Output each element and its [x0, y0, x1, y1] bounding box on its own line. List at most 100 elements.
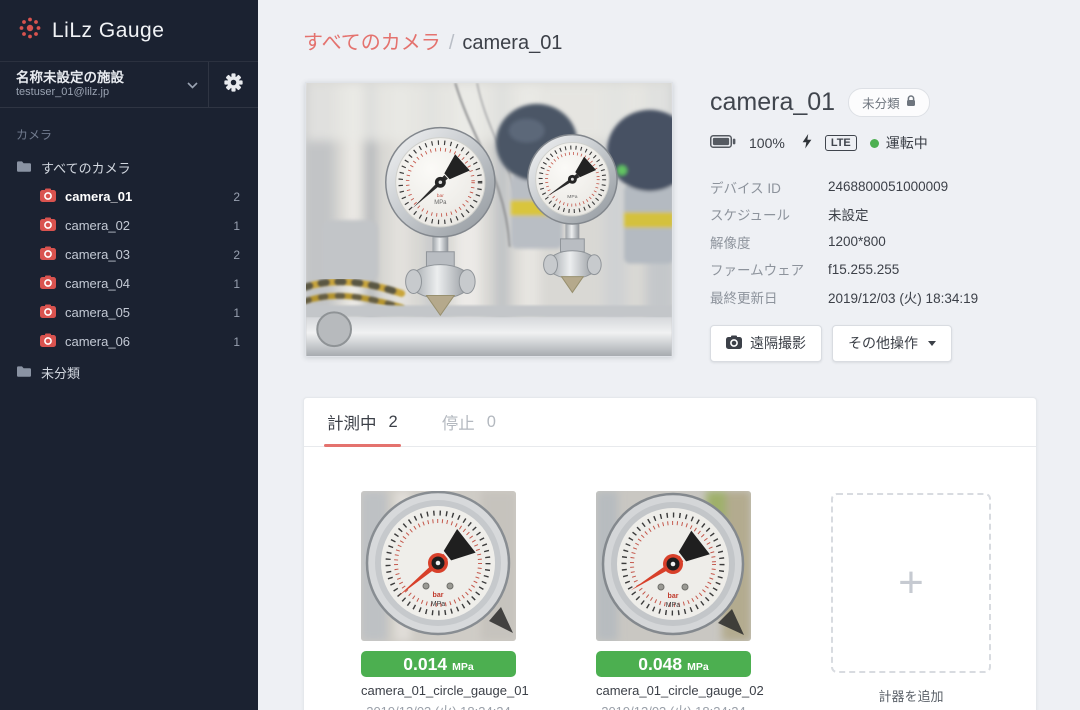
group-badge[interactable]: 未分類 [848, 88, 930, 117]
facility-name: 名称未設定の施設 [16, 70, 187, 86]
facility-row: 名称未設定の施設 testuser_01@lilz.jp [0, 62, 258, 108]
info-value: 2019/12/03 (火) 18:34:19 [828, 287, 978, 307]
svg-text:bar: bar [433, 592, 444, 599]
gauge-card-1[interactable]: bar MPa 0.014 MPa camera_01_circle_gauge… [361, 491, 516, 710]
folder-label: すべてのカメラ [41, 158, 131, 177]
gauge-thumbnail[interactable]: bar MPa [361, 491, 516, 641]
status-dot [870, 139, 879, 148]
gauges-panel: 計測中 2 停止 0 [303, 397, 1037, 710]
sidebar-item-camera-03[interactable]: camera_03 2 [0, 240, 258, 269]
camera-label: camera_04 [65, 276, 224, 291]
settings-button[interactable] [208, 62, 258, 107]
camera-gauge-count: 1 [233, 306, 242, 320]
camera-label: camera_01 [65, 189, 224, 204]
info-value: 1200*800 [828, 234, 886, 249]
camera-photo[interactable]: MPa bar MP [305, 82, 673, 357]
gauge-thumbnail[interactable]: bar MPa [596, 491, 751, 641]
svg-text:bar: bar [668, 593, 679, 600]
device-info-table: デバイス ID 2468800051000009 スケジュール 未設定 解像度 … [710, 173, 1042, 311]
app-title: LiLz Gauge [52, 19, 164, 43]
camera-icon [40, 304, 56, 321]
sidebar-item-camera-04[interactable]: camera_04 1 [0, 269, 258, 298]
camera-gauge-count: 2 [233, 190, 242, 204]
facility-selector[interactable]: 名称未設定の施設 testuser_01@lilz.jp [0, 62, 208, 107]
gauge-unit: MPa [452, 654, 474, 680]
app-logo[interactable]: LiLz Gauge [0, 0, 258, 62]
sidebar-item-camera-05[interactable]: camera_05 1 [0, 298, 258, 327]
sidebar-folder-all-cameras[interactable]: すべてのカメラ [0, 153, 258, 182]
svg-text:MPa: MPa [567, 194, 577, 200]
info-value: f15.255.255 [828, 262, 899, 277]
device-status-row: 100% LTE 運転中 [710, 133, 1042, 153]
sidebar-section-cameras: カメラ [16, 126, 242, 143]
lock-icon [906, 95, 916, 110]
camera-label: camera_02 [65, 218, 224, 233]
breadcrumb-separator: / [449, 32, 455, 55]
camera-icon [40, 188, 56, 205]
network-badge: LTE [825, 135, 857, 151]
sidebar-item-camera-01[interactable]: camera_01 2 [0, 182, 258, 211]
info-label: スケジュール [710, 204, 828, 224]
remote-capture-button[interactable]: 遠隔撮影 [710, 325, 822, 362]
chevron-down-icon [187, 76, 198, 94]
add-gauge-label: 計器を追加 [831, 686, 991, 705]
folder-icon [16, 160, 32, 176]
info-label: 解像度 [710, 232, 828, 252]
sidebar: LiLz Gauge 名称未設定の施設 testuser_01@lilz.jp [0, 0, 258, 710]
gauge-name: camera_01_circle_gauge_02 [596, 683, 751, 698]
breadcrumb-all-cameras-link[interactable]: すべてのカメラ [303, 26, 441, 55]
gauge-updated: 2019/12/03 (火) 18:34:24 [596, 701, 751, 710]
battery-level: 100% [749, 135, 785, 151]
status-label: 運転中 [886, 133, 928, 153]
info-value: 2468800051000009 [828, 179, 948, 194]
info-row-firmware: ファームウェア f15.255.255 [710, 256, 1042, 284]
lilz-logo-icon [18, 16, 42, 45]
info-label: ファームウェア [710, 259, 828, 279]
camera-icon [40, 333, 56, 350]
gauge-updated: 2019/12/03 (火) 18:34:24 [361, 701, 516, 710]
main-content: すべてのカメラ / camera_01 [258, 0, 1080, 710]
breadcrumb-current: camera_01 [462, 32, 562, 55]
sidebar-folder-uncategorized[interactable]: 未分類 [0, 358, 258, 387]
svg-text:MPa: MPa [431, 601, 446, 608]
info-row-device-id: デバイス ID 2468800051000009 [710, 173, 1042, 201]
remote-capture-label: 遠隔撮影 [750, 333, 806, 353]
tab-label: 停止 [442, 410, 475, 434]
battery-icon [710, 135, 736, 151]
tab-count: 0 [487, 413, 496, 432]
gauge-value: 0.014 [403, 651, 447, 677]
info-label: デバイス ID [710, 177, 828, 197]
tab-bar: 計測中 2 停止 0 [304, 398, 1036, 447]
add-gauge-dropzone[interactable]: + [831, 493, 991, 673]
gauge-unit: MPa [687, 654, 709, 680]
info-label: 最終更新日 [710, 287, 828, 307]
camera-gauge-count: 1 [233, 219, 242, 233]
folder-label: 未分類 [41, 363, 80, 382]
folder-icon [16, 365, 32, 381]
camera-icon [40, 217, 56, 234]
camera-label: camera_05 [65, 305, 224, 320]
camera-label: camera_06 [65, 334, 224, 349]
more-actions-button[interactable]: その他操作 [832, 325, 952, 362]
camera-gauge-count: 1 [233, 277, 242, 291]
svg-text:bar: bar [437, 193, 445, 199]
camera-icon [40, 246, 56, 263]
sidebar-item-camera-06[interactable]: camera_06 1 [0, 327, 258, 356]
gauge-value-badge: 0.048 MPa [596, 651, 751, 677]
more-actions-label: その他操作 [848, 333, 918, 353]
info-row-schedule: スケジュール 未設定 [710, 201, 1042, 229]
gauge-value: 0.048 [638, 651, 682, 677]
svg-text:MPa: MPa [434, 200, 447, 206]
sidebar-item-camera-02[interactable]: camera_02 1 [0, 211, 258, 240]
charging-bolt-icon [802, 134, 812, 152]
gauge-value-badge: 0.014 MPa [361, 651, 516, 677]
plus-icon: + [898, 561, 924, 605]
add-gauge-card[interactable]: + 計器を追加 [831, 491, 991, 705]
camera-icon [726, 335, 742, 352]
gauge-card-2[interactable]: bar MPa 0.048 MPa camera_01_circle_gauge… [596, 491, 751, 710]
tab-measuring[interactable]: 計測中 2 [324, 398, 401, 446]
info-row-resolution: 解像度 1200*800 [710, 228, 1042, 256]
tab-stopped[interactable]: 停止 0 [439, 398, 499, 446]
info-value: 未設定 [828, 204, 869, 224]
gear-icon [224, 73, 243, 97]
